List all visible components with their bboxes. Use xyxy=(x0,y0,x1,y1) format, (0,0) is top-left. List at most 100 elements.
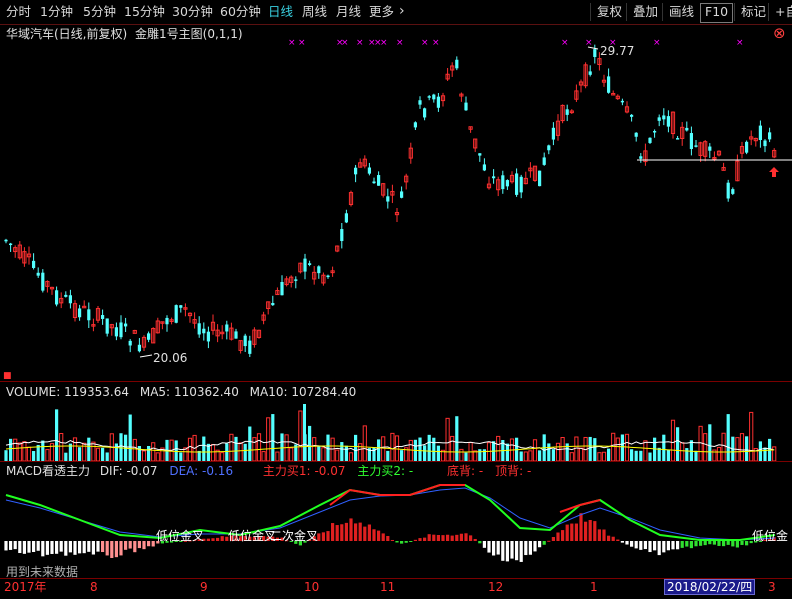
volume-bar xyxy=(394,435,400,462)
volume-bar xyxy=(312,437,317,462)
volume-bar xyxy=(459,448,464,462)
candle-body xyxy=(620,100,624,103)
macd-histogram-bar xyxy=(735,541,739,548)
buy2-label: 主力买2: xyxy=(357,464,406,478)
macd-histogram-bar xyxy=(611,536,615,541)
candle-body xyxy=(482,164,486,171)
macd-histogram-bar xyxy=(114,541,118,558)
macd-histogram-bar xyxy=(689,541,693,549)
macd-histogram-bar xyxy=(344,522,348,541)
macd-histogram-bar xyxy=(105,541,109,556)
candle-body xyxy=(128,340,132,346)
candle-body xyxy=(547,145,551,151)
macd-histogram-bar xyxy=(331,523,335,541)
volume-bar xyxy=(95,447,101,462)
volume-bar xyxy=(574,436,579,462)
macd-histogram-bar xyxy=(128,541,132,549)
candle-body xyxy=(41,272,45,291)
macd-histogram-bar xyxy=(9,541,13,550)
macd-name: MACD看透主力 xyxy=(6,464,90,478)
volume-bar xyxy=(362,425,367,462)
macd-histogram-bar xyxy=(515,541,519,561)
candle-body xyxy=(234,331,238,339)
macd-histogram-bar xyxy=(64,541,68,556)
candle-body xyxy=(648,137,652,143)
volume-bar xyxy=(639,450,643,461)
candle-body xyxy=(427,96,431,98)
macd-histogram-bar xyxy=(32,541,36,553)
macd-histogram-bar xyxy=(496,541,500,555)
macd-histogram-bar xyxy=(551,537,555,541)
signal-marker: × xyxy=(585,38,593,48)
volume-bar xyxy=(280,433,284,461)
candle-body xyxy=(206,331,210,342)
macd-histogram-bar xyxy=(620,541,624,543)
candle-body xyxy=(377,175,381,186)
volume-bar xyxy=(187,437,193,462)
macd-histogram-bar xyxy=(413,539,417,541)
macd-histogram-bar xyxy=(50,541,54,554)
volume-bar xyxy=(155,452,160,462)
candle-body xyxy=(202,328,206,334)
volume-bar xyxy=(55,409,59,461)
volume-bar xyxy=(721,432,726,462)
candle-body xyxy=(708,146,712,151)
volume-bar xyxy=(588,436,592,461)
candle-body xyxy=(745,141,749,153)
candle-body xyxy=(542,157,546,165)
macd-histogram-bar xyxy=(381,533,385,541)
volume-bar xyxy=(289,447,294,462)
volume-bar xyxy=(256,433,262,462)
candle-body xyxy=(418,100,422,105)
volume-bar xyxy=(538,450,542,461)
volume-bar xyxy=(676,427,680,461)
macd-histogram-bar xyxy=(708,541,712,545)
macd-histogram-bar xyxy=(124,541,128,550)
macd-histogram-bar xyxy=(680,541,684,548)
macd-histogram-bar xyxy=(418,538,422,541)
macd-histogram-bar xyxy=(211,538,215,541)
volume-bar xyxy=(400,450,404,461)
volume-bar xyxy=(593,438,597,461)
macd-histogram-bar xyxy=(423,537,427,541)
volume-bar xyxy=(666,449,670,461)
macd-histogram-bar xyxy=(321,532,325,541)
macd-annotation: 低位金叉 xyxy=(156,529,205,543)
signal-marker: × xyxy=(288,38,296,48)
candle-body xyxy=(344,213,348,223)
volume-bar xyxy=(303,404,306,461)
macd-histogram-bar xyxy=(432,534,436,541)
volume-bar xyxy=(648,452,652,461)
volume-bar xyxy=(72,437,78,462)
volume-bar xyxy=(473,450,478,462)
volume-bar xyxy=(703,433,708,462)
macd-histogram-bar xyxy=(745,541,749,546)
macd-histogram-bar xyxy=(584,521,588,541)
macd-histogram-bar xyxy=(505,541,509,562)
macd-histogram-bar xyxy=(731,541,735,547)
volume-bar xyxy=(261,451,266,462)
candle-body xyxy=(105,318,109,334)
volume-bar xyxy=(427,434,431,461)
macd-histogram-bar xyxy=(55,541,59,554)
macd-annotation: 低位金叉 xyxy=(228,529,277,543)
volume-bar xyxy=(147,445,151,461)
volume-bar xyxy=(101,447,105,461)
candle-body xyxy=(4,239,8,242)
macd-histogram-bar xyxy=(358,522,362,541)
volume-bar xyxy=(9,438,13,461)
macd-histogram-bar xyxy=(372,529,376,541)
candle-body xyxy=(114,327,118,337)
macd-histogram-bar xyxy=(133,541,137,553)
volume-bar xyxy=(151,442,156,462)
macd-histogram-bar xyxy=(119,541,123,556)
macd-histogram-bar xyxy=(91,541,95,555)
candle-body xyxy=(78,308,82,318)
macd-histogram-bar xyxy=(390,539,394,541)
macd-histogram-bar xyxy=(630,541,634,547)
volume-bar xyxy=(4,450,8,461)
macd-histogram-bar xyxy=(82,541,86,554)
macd-histogram-bar xyxy=(446,534,450,541)
candle-body xyxy=(662,115,666,120)
volume-bar xyxy=(266,417,271,462)
